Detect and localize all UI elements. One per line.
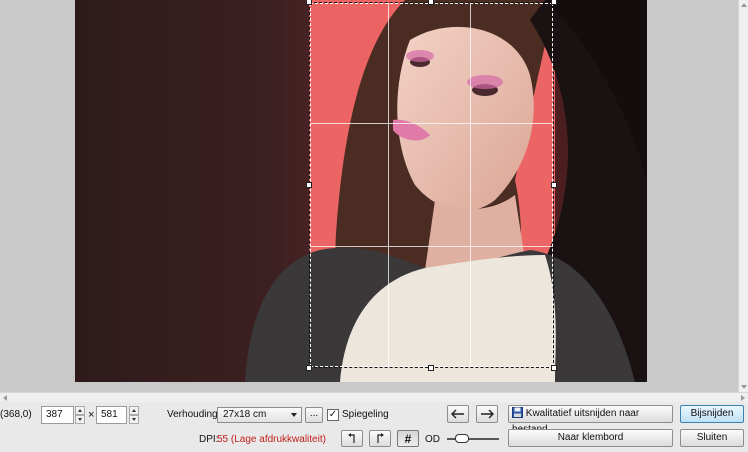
crop-handle-bottom-left[interactable] xyxy=(306,365,312,371)
save-crop-to-file-button[interactable]: Kwalitatief uitsnijden naar bestand xyxy=(508,405,673,435)
grid-line-horizontal-1 xyxy=(310,123,553,124)
scroll-up-icon[interactable] xyxy=(741,3,747,7)
crop-toolbar: (368,0) 387 × 581 Verhouding: 27x18 cm .… xyxy=(0,402,748,452)
floppy-disk-icon xyxy=(512,407,523,418)
ratio-select[interactable]: 27x18 cm xyxy=(217,407,302,423)
dpi-label: DPI: xyxy=(199,434,219,445)
grid-line-vertical-1 xyxy=(388,3,389,367)
height-up-icon[interactable] xyxy=(129,406,139,415)
slider-thumb[interactable] xyxy=(455,434,469,443)
rotate-right-button[interactable] xyxy=(369,430,391,447)
crop-button[interactable]: Bijsnijden xyxy=(680,405,744,423)
height-stepper[interactable] xyxy=(129,406,139,424)
height-down-icon[interactable] xyxy=(129,415,139,424)
width-up-icon[interactable] xyxy=(75,406,85,415)
copy-to-clipboard-button[interactable]: Naar klembord xyxy=(508,429,673,447)
size-separator: × xyxy=(88,409,95,421)
ratio-label: Verhouding: xyxy=(167,409,221,420)
mirror-label: Spiegeling xyxy=(342,409,389,420)
crop-handle-top-right[interactable] xyxy=(551,0,557,5)
cursor-coordinates: (368,0) xyxy=(0,409,32,420)
rotate-right-icon xyxy=(377,433,384,443)
rotate-left-button[interactable] xyxy=(341,430,363,447)
width-down-icon[interactable] xyxy=(75,415,85,424)
grid-icon: # xyxy=(404,432,412,446)
horizontal-scrollbar[interactable] xyxy=(0,392,748,402)
height-input[interactable]: 581 xyxy=(96,406,127,424)
scroll-down-icon[interactable] xyxy=(741,385,747,389)
crop-handle-right[interactable] xyxy=(551,182,557,188)
arrow-right-icon xyxy=(481,409,494,419)
width-input[interactable]: 387 xyxy=(41,406,74,424)
crop-dialog: (368,0) 387 × 581 Verhouding: 27x18 cm .… xyxy=(0,0,748,452)
od-label: OD xyxy=(425,434,440,445)
rotate-left-icon xyxy=(348,433,355,443)
crop-handle-bottom-right[interactable] xyxy=(551,365,557,371)
image-canvas[interactable] xyxy=(0,0,738,392)
grid-line-vertical-2 xyxy=(470,3,471,367)
crop-handle-bottom[interactable] xyxy=(428,365,434,371)
next-button[interactable] xyxy=(476,405,498,423)
ratio-more-button[interactable]: ... xyxy=(305,407,323,423)
mirror-checkbox[interactable]: ✓ xyxy=(327,409,339,421)
arrow-left-icon xyxy=(451,409,464,419)
crop-selection[interactable] xyxy=(306,0,557,371)
grid-toggle-button[interactable]: # xyxy=(397,430,419,447)
crop-handle-top[interactable] xyxy=(428,0,434,5)
previous-button[interactable] xyxy=(447,405,469,423)
dpi-value: 55 (Lage afdrukkwaliteit) xyxy=(217,434,326,445)
chevron-down-icon xyxy=(291,413,297,417)
ratio-select-value: 27x18 cm xyxy=(223,409,267,420)
grid-line-horizontal-2 xyxy=(310,246,553,247)
width-stepper[interactable] xyxy=(75,406,85,424)
scroll-right-icon[interactable] xyxy=(741,395,745,401)
crop-handle-top-left[interactable] xyxy=(306,0,312,5)
crop-handle-left[interactable] xyxy=(306,182,312,188)
scroll-left-icon[interactable] xyxy=(3,395,7,401)
checkmark-icon: ✓ xyxy=(328,409,338,420)
vertical-scrollbar[interactable] xyxy=(738,0,748,392)
zoom-slider[interactable] xyxy=(447,432,499,446)
close-button[interactable]: Sluiten xyxy=(680,429,744,447)
